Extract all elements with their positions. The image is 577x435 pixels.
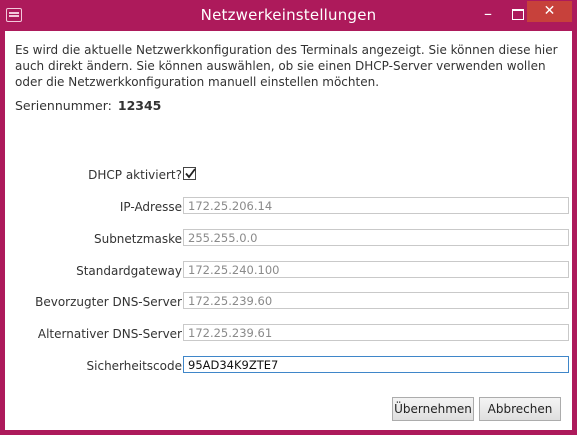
gateway-field[interactable]: 172.25.240.100 <box>183 261 569 278</box>
security-row: Sicherheitscode 95AD34K9ZTE7 <box>5 356 577 376</box>
apply-button[interactable]: Übernehmen <box>392 397 474 421</box>
maximize-icon <box>512 9 524 20</box>
security-label: Sicherheitscode <box>86 359 182 373</box>
security-code-field[interactable]: 95AD34K9ZTE7 <box>183 356 569 373</box>
serial-number: Seriennummer: 12345 <box>15 98 161 113</box>
serial-label: Seriennummer: <box>15 98 112 113</box>
cancel-button[interactable]: Abbrechen <box>479 397 561 421</box>
dhcp-row: DHCP aktiviert? <box>5 165 577 185</box>
dns1-row: Bevorzugter DNS-Server 172.25.239.60 <box>5 292 577 312</box>
title-bar[interactable]: Netzwerkeinstellungen – ✕ <box>0 0 577 31</box>
check-icon <box>185 168 196 179</box>
description-text: Es wird die aktuelle Netzwerkkonfigurati… <box>15 43 558 89</box>
subnet-mask-field[interactable]: 255.255.0.0 <box>183 229 569 246</box>
dhcp-checkbox[interactable] <box>183 167 196 180</box>
minimize-button[interactable]: – <box>473 4 503 24</box>
alternate-dns-field[interactable]: 172.25.239.61 <box>183 324 569 341</box>
preferred-dns-field[interactable]: 172.25.239.60 <box>183 292 569 309</box>
ip-row: IP-Adresse 172.25.206.14 <box>5 197 577 217</box>
subnet-row: Subnetzmaske 255.255.0.0 <box>5 229 577 249</box>
dns1-label: Bevorzugter DNS-Server <box>35 295 182 309</box>
ip-address-field[interactable]: 172.25.206.14 <box>183 197 569 214</box>
ip-label: IP-Adresse <box>119 200 182 214</box>
dns2-row: Alternativer DNS-Server 172.25.239.61 <box>5 324 577 344</box>
close-button[interactable]: ✕ <box>527 1 572 22</box>
dialog-window: Netzwerkeinstellungen – ✕ Es wird die ak… <box>0 0 577 435</box>
serial-value: 12345 <box>117 98 162 113</box>
gateway-label: Standardgateway <box>76 264 182 278</box>
dns2-label: Alternativer DNS-Server <box>37 327 182 341</box>
dhcp-label: DHCP aktiviert? <box>88 168 182 182</box>
gateway-row: Standardgateway 172.25.240.100 <box>5 261 577 281</box>
subnet-label: Subnetzmaske <box>93 232 182 246</box>
